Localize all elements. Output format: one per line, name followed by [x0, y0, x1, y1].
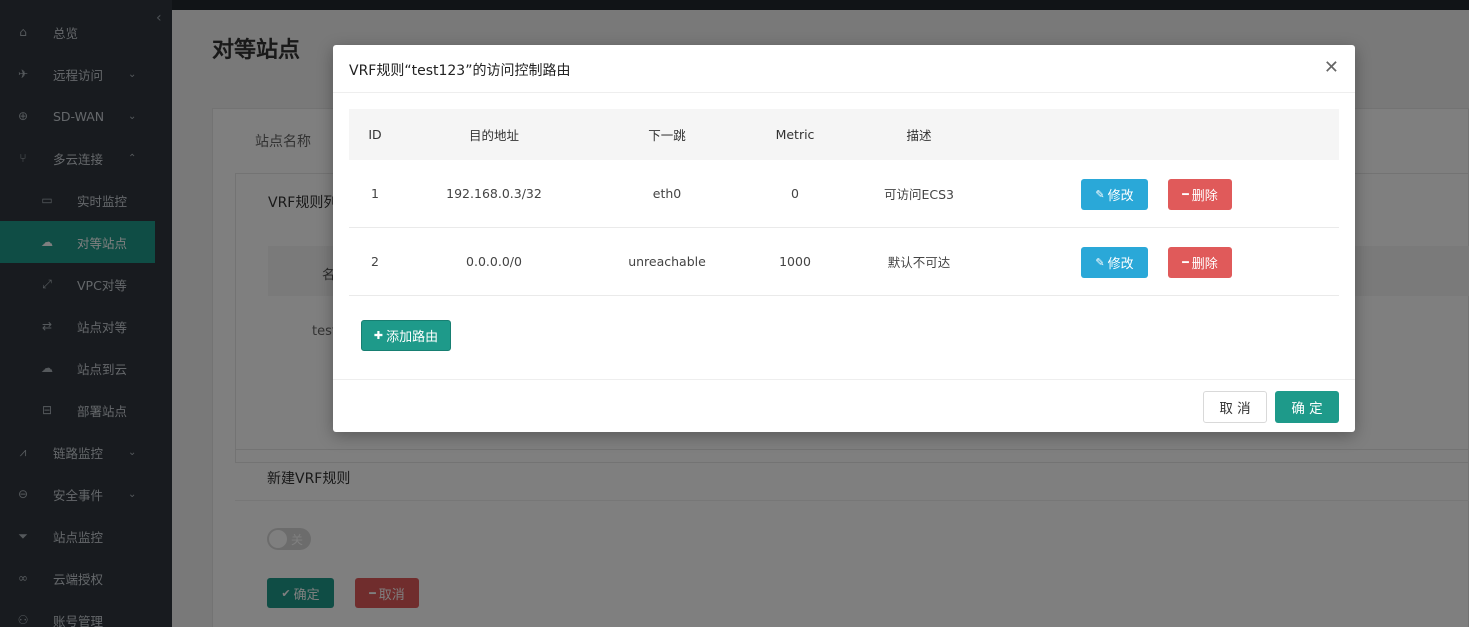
edit-button[interactable]: ✎ 修改	[1081, 247, 1148, 278]
add-route-button[interactable]: ✚ 添加路由	[361, 320, 451, 351]
button-label: 删除	[1191, 257, 1218, 272]
button-label: 修改	[1107, 189, 1134, 204]
route-table-header: ID 目的地址 下一跳 Metric 描述	[349, 109, 1339, 160]
modal-header: VRF规则“test123”的访问控制路由 ✕	[333, 45, 1355, 93]
button-label: 删除	[1191, 189, 1218, 204]
cancel-button[interactable]: 取 消	[1203, 391, 1267, 423]
edit-icon: ✎	[1095, 256, 1105, 269]
edit-button[interactable]: ✎ 修改	[1081, 179, 1148, 210]
cell-metric: 1000	[779, 254, 811, 269]
cell-id: 2	[371, 254, 379, 269]
cell-id: 1	[371, 186, 379, 201]
cell-destination: 0.0.0.0/0	[466, 254, 522, 269]
table-row: 2 0.0.0.0/0 unreachable 1000 默认不可达 ✎ 修改 …	[349, 228, 1339, 296]
column-header-next-hop: 下一跳	[648, 128, 686, 143]
table-row: 1 192.168.0.3/32 eth0 0 可访问ECS3 ✎ 修改 ━ 删…	[349, 160, 1339, 228]
minus-icon: ━	[1182, 256, 1189, 269]
modal-title: VRF规则“test123”的访问控制路由	[349, 63, 571, 79]
cell-description: 可访问ECS3	[883, 187, 954, 202]
modal-footer: 取 消 确 定	[333, 379, 1355, 432]
cell-next-hop: unreachable	[628, 254, 706, 269]
edit-icon: ✎	[1095, 188, 1105, 201]
column-header-id: ID	[368, 127, 382, 142]
column-header-destination: 目的地址	[468, 128, 519, 143]
minus-icon: ━	[1182, 188, 1189, 201]
route-modal: VRF规则“test123”的访问控制路由 ✕ ID 目的地址 下一跳 Metr…	[333, 45, 1355, 432]
delete-button[interactable]: ━ 删除	[1168, 247, 1232, 278]
column-header-description: 描述	[906, 128, 932, 143]
cell-metric: 0	[791, 186, 799, 201]
cell-next-hop: eth0	[652, 186, 682, 201]
column-header-metric: Metric	[775, 127, 815, 142]
button-label: 添加路由	[386, 330, 439, 345]
delete-button[interactable]: ━ 删除	[1168, 179, 1232, 210]
confirm-button[interactable]: 确 定	[1275, 391, 1339, 423]
cell-destination: 192.168.0.3/32	[446, 186, 542, 201]
button-label: 修改	[1107, 257, 1134, 272]
cell-description: 默认不可达	[887, 255, 951, 270]
plus-icon: ✚	[373, 329, 384, 342]
close-icon[interactable]: ✕	[1324, 57, 1339, 78]
